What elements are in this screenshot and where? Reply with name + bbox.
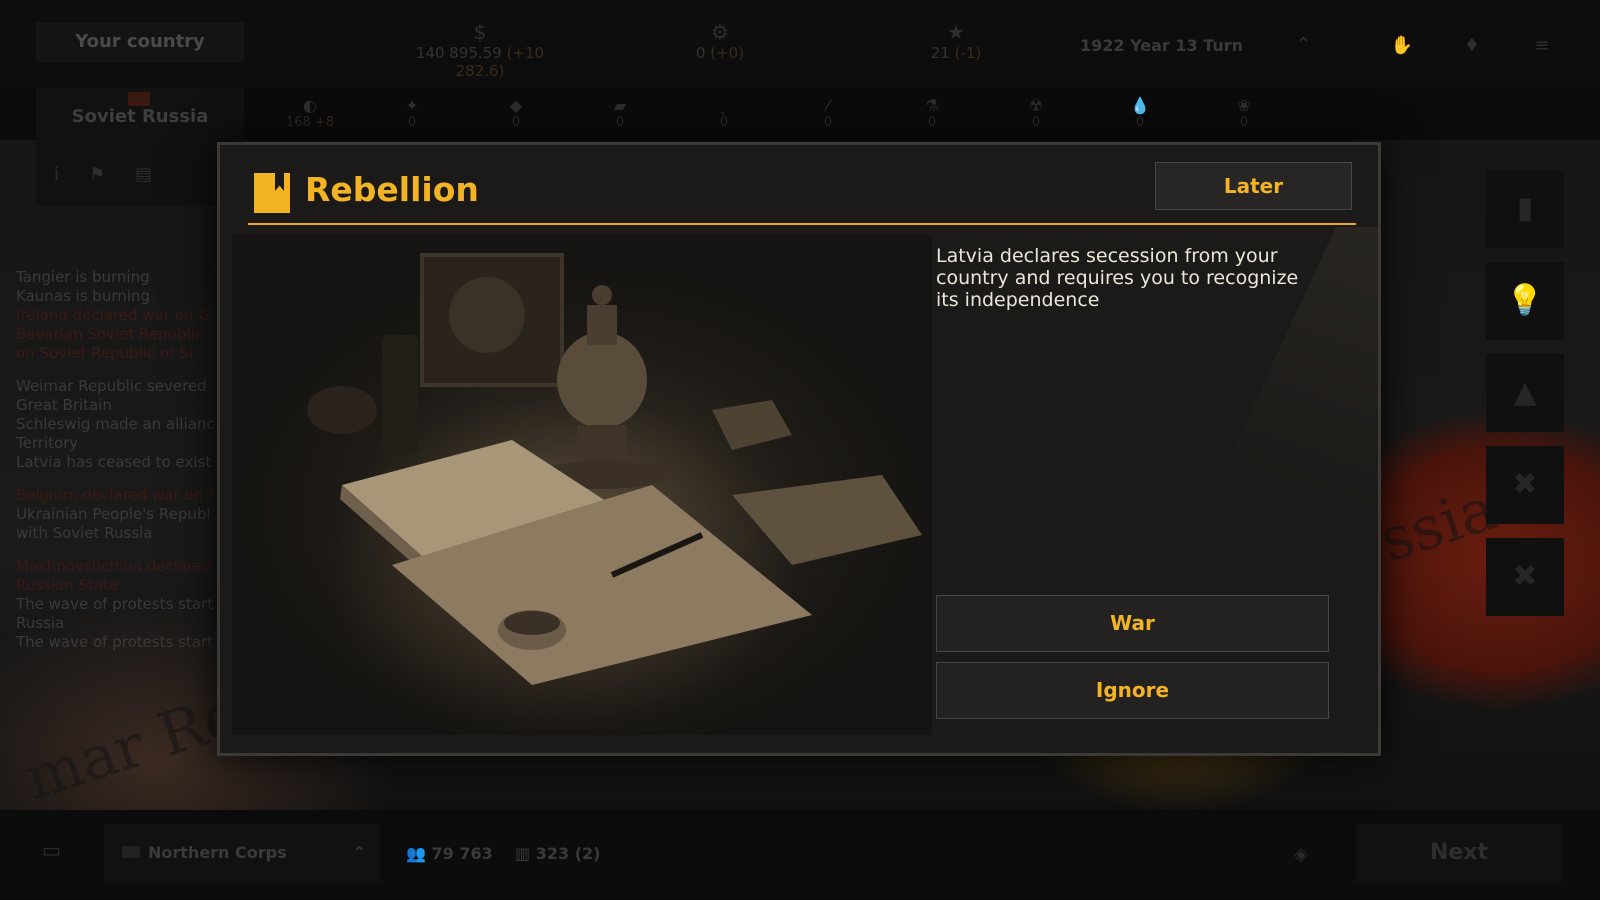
country-flag (128, 92, 150, 106)
news-item[interactable]: Makhnovshchina declared Russian State The … (16, 557, 216, 652)
resource-wood: ▰ 0 (590, 96, 650, 130)
resource-food: ◐ 168 +8 (280, 96, 340, 130)
chevron-up-icon[interactable]: ⌃ (1296, 34, 1311, 55)
next-turn-button[interactable]: Next (1356, 824, 1562, 882)
money-stat: $ 140 895.59 (+10 282.6) (390, 20, 570, 80)
diplomacy-icon[interactable]: ✋ (1378, 26, 1426, 66)
turn-date: 1922 Year 13 Turn (1080, 36, 1243, 55)
chevron-up-icon: ⌃ (352, 843, 366, 862)
metal-icon: ◆ (509, 96, 523, 115)
bookmark-icon (254, 173, 290, 213)
prestige-delta: (-1) (954, 44, 982, 62)
dollar-icon: $ (473, 20, 487, 44)
event-description: Latvia declares secession from your coun… (936, 245, 1299, 311)
layers-icon[interactable]: ◈ (1294, 844, 1308, 865)
top-bar: Your country $ 140 895.59 (+10 282.6) ⚙ … (0, 0, 1600, 88)
rubber-icon: ❀ (1237, 96, 1251, 115)
science-value: 0 (695, 44, 706, 62)
idea-side-button[interactable]: 💡 (1486, 262, 1564, 340)
army-icon[interactable]: ⚑ (89, 164, 135, 185)
soldiers-icon: 👥 (406, 844, 426, 863)
alert-icon[interactable]: ♦ (1448, 26, 1496, 66)
bookmark-side-button[interactable]: ▮ (1486, 170, 1564, 248)
money-value: 140 895.59 (415, 44, 502, 62)
chemicals-icon: ⚗ (924, 96, 940, 115)
factory-side-button[interactable]: ▲ (1486, 354, 1564, 432)
news-item[interactable]: Weimar Republic severed Great Britain Schl… (16, 377, 216, 472)
rebellion-dialog: Rebellion Later Latvia declares secessio… (217, 142, 1381, 756)
ore-icon: ✦ (405, 96, 419, 115)
war-button[interactable]: War (936, 595, 1329, 652)
desk-still-life (232, 235, 932, 735)
buildings-count: 323 (2) (535, 844, 601, 863)
news-feed: Tangier is burning Kaunas is burning Irela… (16, 268, 216, 666)
rebels-side-button-2[interactable]: ✖ (1486, 538, 1564, 616)
info-icon[interactable]: i (54, 164, 89, 185)
resource-weapons: ⁄ 0 (798, 96, 858, 130)
your-country-tab[interactable]: Your country (36, 22, 244, 62)
map-label-russia: ssia (1372, 473, 1505, 577)
news-item[interactable]: Belgium declared war on F Ukrainian Peopl… (16, 486, 216, 543)
country-panel-icons: i⚑▤ (54, 164, 182, 185)
science-stat: ⚙ 0 (+0) (630, 20, 810, 62)
event-illustration (232, 235, 932, 735)
documents-icon[interactable]: ▤ (135, 164, 182, 185)
resources-row: ◐ 168 +8 ✦ 0 ◆ 0 ▰ 0 ˎ0 ⁄ 0 ⚗ 0 ☢ 0 💧 0 ❀ 0 (280, 96, 1310, 138)
country-name: Soviet Russia (71, 106, 209, 127)
later-button[interactable]: Later (1155, 162, 1352, 210)
troops-info: 👥 79 763 ▥ 323 (2) (406, 844, 600, 863)
corps-name: Northern Corps (148, 843, 287, 862)
chat-icon[interactable]: ▭ (42, 838, 74, 870)
science-delta: (+0) (710, 44, 745, 62)
news-item[interactable]: Tangier is burning Kaunas is burning Irela… (16, 268, 216, 363)
prestige-value: 21 (930, 44, 950, 62)
resource-chemicals: ⚗ 0 (902, 96, 962, 130)
ignore-button[interactable]: Ignore (936, 662, 1329, 719)
uranium-icon: ☢ (1028, 96, 1044, 115)
resource-oil: 💧 0 (1110, 96, 1170, 130)
troops-count: 79 763 (431, 844, 493, 863)
coal-icon: ˎ (720, 96, 728, 115)
oil-icon: 💧 (1130, 96, 1150, 115)
resource-uranium: ☢ 0 (1006, 96, 1066, 130)
weapons-icon: ⁄ (826, 96, 830, 115)
resource-metal: ◆ 0 (486, 96, 546, 130)
menu-icon[interactable]: ≡ (1518, 26, 1566, 66)
food-icon: ◐ (303, 96, 317, 115)
resource-ore: ✦ 0 (382, 96, 442, 130)
prestige-stat: ★ 21 (-1) (866, 20, 1046, 62)
corps-selector[interactable]: Northern Corps ⌃ (104, 824, 380, 882)
buildings-icon: ▥ (515, 844, 531, 863)
resource-rubber: ❀ 0 (1214, 96, 1274, 130)
corps-flag-icon (122, 846, 140, 858)
star-icon: ★ (947, 20, 965, 44)
gear-icon: ⚙ (711, 20, 729, 44)
dialog-title: Rebellion (305, 170, 479, 209)
resource-coal: ˎ0 (694, 96, 754, 130)
country-panel: Soviet Russia i⚑▤ (36, 88, 244, 206)
rebels-side-button[interactable]: ✖ (1486, 446, 1564, 524)
wood-icon: ▰ (613, 96, 627, 115)
